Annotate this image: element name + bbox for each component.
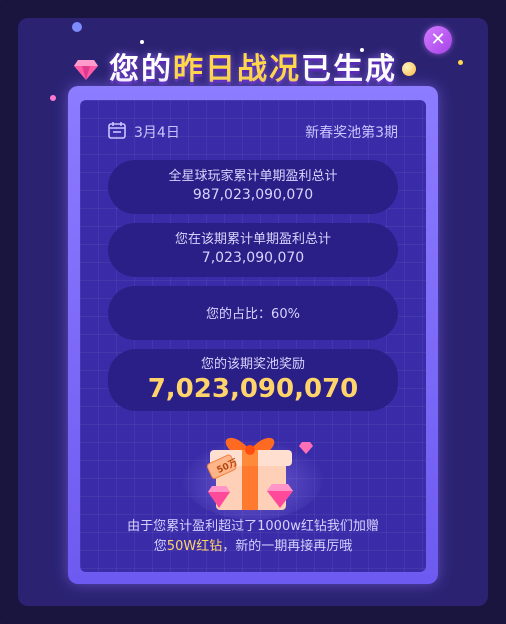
period-label: 新春奖池第3期 <box>305 125 398 141</box>
bonus-message: 由于您累计盈利超过了1000w红钻我们加赠 您50W红钻，新的一期再接再厉哦 <box>80 517 426 557</box>
stat-pool-reward: 您的该期奖池奖励 7,023,090,070 <box>108 349 398 411</box>
stat-your-share: 您的占比：60% <box>108 286 398 340</box>
calendar-icon <box>108 122 126 139</box>
gift-box-icon <box>181 430 325 520</box>
bonus-message-line1: 由于您累计盈利超过了1000w红钻我们加赠 <box>127 519 379 534</box>
stat-your-profit: 您在该期累计单期盈利总计 7,023,090,070 <box>108 223 398 277</box>
stat-label: 您的该期奖池奖励 <box>200 357 305 372</box>
stat-label: 您的占比：60% <box>206 307 300 322</box>
stat-global-profit: 全星球玩家累计单期盈利总计 987,023,090,070 <box>108 160 398 214</box>
bonus-text: ，新的一期再接再厉哦 <box>222 539 353 554</box>
sparkle-decoration <box>50 95 56 101</box>
bonus-text: 您 <box>153 539 167 554</box>
title-text-post: 已生成 <box>301 52 397 87</box>
stat-label: 全星球玩家累计单期盈利总计 <box>168 169 338 184</box>
sparkle-decoration <box>72 22 82 32</box>
title-text-highlight: 昨日战况 <box>173 52 301 87</box>
bonus-message-line2: 您50W红钻，新的一期再接再厉哦 <box>80 537 426 557</box>
stat-label: 您在该期累计单期盈利总计 <box>174 232 331 247</box>
stat-value: 7,023,090,070 <box>201 250 305 266</box>
bonus-amount: 50W红钻 <box>166 539 223 554</box>
modal-backdrop: ✕ 您的昨日战况已生成 3月4日 新春奖池第3期 全星球玩家累计单期盈利总计 9… <box>0 0 506 624</box>
date-label: 3月4日 <box>134 125 180 141</box>
reward-amount: 7,023,090,070 <box>147 374 359 404</box>
stat-value: 987,023,090,070 <box>192 187 314 203</box>
title-text-pre: 您的 <box>109 52 173 87</box>
dialog-title: 您的昨日战况已生成 <box>0 44 506 88</box>
